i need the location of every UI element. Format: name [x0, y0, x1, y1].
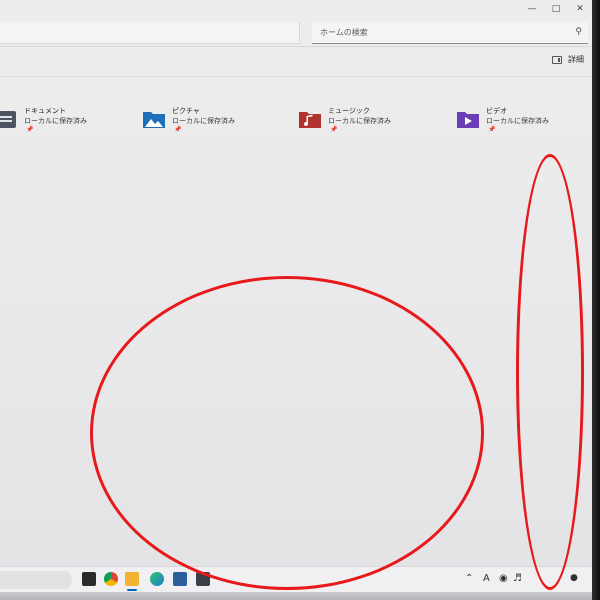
music-folder-icon	[299, 112, 321, 128]
videos-folder-icon	[457, 112, 479, 128]
taskbar-search-box[interactable]	[0, 571, 72, 589]
pin-icon: 📌	[488, 126, 496, 133]
address-bar[interactable]	[0, 22, 300, 44]
folder-name: ピクチャ	[172, 107, 200, 115]
notification-icon[interactable]: ●	[570, 573, 578, 583]
ime-icon[interactable]: A	[483, 573, 490, 584]
title-bar: — □ ✕	[0, 0, 592, 18]
folder-status: ローカルに保存済み	[486, 117, 549, 125]
volume-icon[interactable]: ♬	[513, 573, 522, 584]
folder-name: ビデオ	[486, 107, 507, 115]
file-explorer-icon[interactable]	[125, 572, 139, 586]
annotation-ellipse-right	[516, 154, 584, 590]
maximize-icon[interactable]: □	[548, 2, 564, 16]
pin-icon: 📌	[330, 126, 338, 133]
pin-icon: 📌	[26, 126, 34, 133]
folder-tile-music[interactable]: ミュージック ローカルに保存済み 📌	[298, 106, 438, 136]
toolbar-divider	[0, 76, 592, 77]
camera-icon[interactable]	[196, 572, 210, 586]
pin-icon: 📌	[174, 126, 182, 133]
minimize-icon[interactable]: —	[524, 2, 540, 16]
folder-name: ドキュメント	[24, 107, 66, 115]
desktop-screen: — □ ✕ ホームの検索 ⚲ 詳細 ドキュメント ローカルに保存済み 📌 ピクチ…	[0, 0, 592, 600]
header-divider	[0, 46, 592, 47]
chrome-icon[interactable]	[104, 572, 118, 586]
annotation-ellipse-center	[90, 276, 484, 590]
search-icon[interactable]: ⚲	[575, 27, 582, 37]
folder-tile-pictures[interactable]: ピクチャ ローカルに保存済み 📌	[142, 106, 282, 136]
chevron-up-icon[interactable]: ⌃	[465, 573, 473, 584]
pictures-folder-icon	[143, 112, 165, 128]
widgets-icon[interactable]	[82, 572, 96, 586]
close-icon[interactable]: ✕	[572, 2, 588, 16]
details-label: 詳細	[568, 55, 584, 64]
folder-status: ローカルに保存済み	[328, 117, 391, 125]
details-pane-icon	[552, 56, 562, 64]
folder-tile-documents[interactable]: ドキュメント ローカルに保存済み 📌	[0, 106, 134, 136]
monitor-bezel-bottom	[0, 592, 592, 600]
documents-folder-icon	[0, 111, 16, 128]
network-icon[interactable]: ◉	[499, 573, 508, 584]
taskbar: ⌃ A ◉ ♬ ●	[0, 566, 592, 592]
search-placeholder: ホームの検索	[320, 28, 368, 37]
folder-status: ローカルに保存済み	[24, 117, 87, 125]
folder-status: ローカルに保存済み	[172, 117, 235, 125]
search-box[interactable]: ホームの検索 ⚲	[312, 22, 588, 44]
edge-icon[interactable]	[150, 572, 164, 586]
active-app-indicator	[127, 589, 137, 591]
monitor-bezel-right	[592, 0, 600, 600]
store-icon[interactable]	[173, 572, 187, 586]
folder-name: ミュージック	[328, 107, 370, 115]
folder-tile-videos[interactable]: ビデオ ローカルに保存済み 📌	[456, 106, 596, 136]
